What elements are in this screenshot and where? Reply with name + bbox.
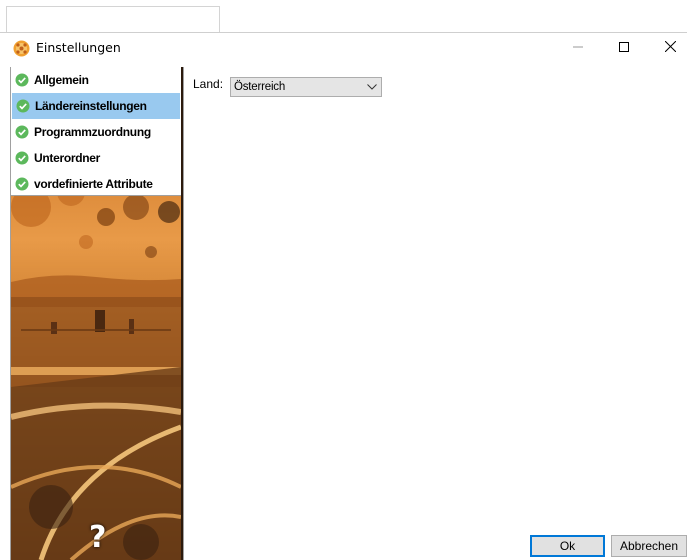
chevron-down-icon — [363, 78, 381, 96]
check-circle-icon — [15, 73, 29, 87]
window-titlebar: Einstellungen — [0, 32, 687, 63]
check-circle-icon — [15, 151, 29, 165]
country-select-value: Österreich — [234, 81, 286, 93]
settings-app-icon — [13, 40, 30, 57]
check-circle-icon — [15, 125, 29, 139]
check-circle-icon — [16, 99, 30, 113]
sidebar-item-unterordner[interactable]: Unterordner — [11, 145, 181, 171]
window-title: Einstellungen — [36, 40, 121, 55]
sidebar-item-vordefinierte-attribute[interactable]: vordefinierte Attribute — [11, 171, 181, 197]
minimize-button[interactable] — [555, 33, 601, 63]
ok-button[interactable]: Ok — [530, 535, 605, 557]
sidebar-item-programmzuordnung[interactable]: Programmzuordnung — [11, 119, 181, 145]
country-select[interactable]: Österreich — [230, 77, 382, 97]
sidebar-item-laendereinstellungen[interactable]: Ländereinstellungen — [12, 93, 180, 119]
land-label: Land: — [193, 77, 224, 91]
check-circle-icon — [15, 177, 29, 191]
sidebar-item-label: vordefinierte Attribute — [34, 177, 153, 191]
help-icon[interactable]: ? — [89, 520, 106, 555]
maximize-icon — [619, 41, 629, 55]
close-icon — [664, 40, 676, 55]
sidebar-item-label: Allgemein — [34, 73, 89, 87]
sidebar-item-label: Programmzuordnung — [34, 125, 151, 139]
settings-nav-list: Allgemein Ländereinstellungen Programmzu… — [11, 67, 181, 196]
cancel-button[interactable]: Abbrechen — [611, 535, 687, 557]
sidebar-item-allgemein[interactable]: Allgemein — [11, 67, 181, 93]
sidebar-item-label: Unterordner — [34, 151, 101, 165]
settings-sidebar: Allgemein Ländereinstellungen Programmzu… — [10, 67, 184, 560]
close-button[interactable] — [647, 33, 687, 63]
maximize-button[interactable] — [601, 33, 647, 63]
minimize-icon — [573, 41, 583, 55]
sidebar-item-label: Ländereinstellungen — [35, 99, 147, 113]
top-input-area — [6, 6, 220, 33]
